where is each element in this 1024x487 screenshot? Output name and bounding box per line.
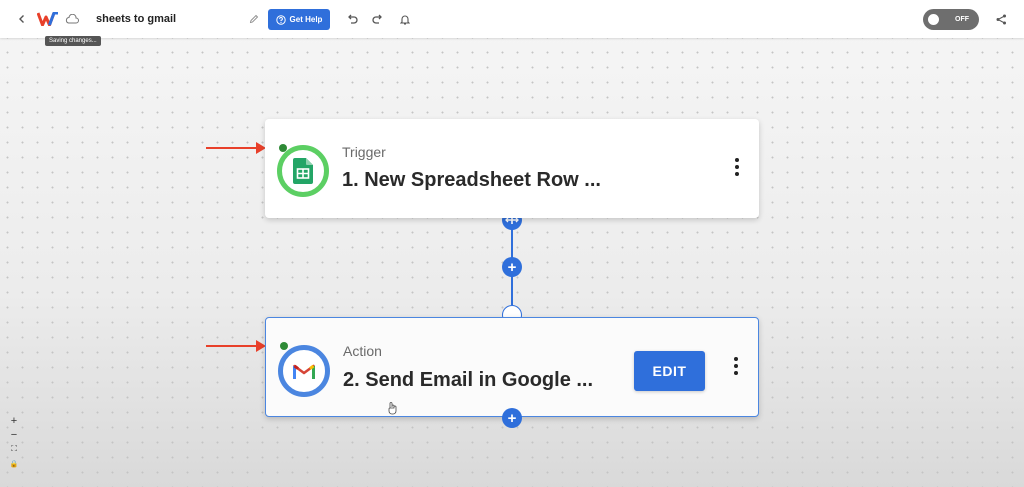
add-step-button[interactable]: + (502, 257, 522, 277)
toggle-knob (926, 12, 941, 27)
bell-icon[interactable] (396, 0, 414, 38)
more-options-icon[interactable] (733, 357, 739, 375)
workflow-title[interactable]: sheets to gmail (96, 0, 176, 38)
top-bar: sheets to gmail Get Help OFF (0, 0, 1024, 38)
annotation-arrow-action (206, 340, 266, 352)
zoom-in-button[interactable]: + (6, 414, 22, 427)
help-icon (275, 14, 286, 25)
mouse-cursor-icon (387, 402, 398, 420)
more-options-icon[interactable] (734, 158, 740, 176)
saving-tooltip: Saving changes... (45, 36, 101, 46)
back-icon[interactable] (14, 0, 30, 38)
cloud-icon (64, 0, 80, 38)
step-kind-label: Trigger (342, 144, 386, 160)
w-logo-icon[interactable] (36, 0, 60, 38)
get-help-label: Get Help (289, 15, 323, 24)
status-dot (280, 342, 288, 350)
get-help-button[interactable]: Get Help (268, 9, 330, 30)
undo-icon[interactable] (343, 0, 361, 38)
annotation-arrow-trigger (206, 142, 266, 154)
fit-view-button[interactable]: ⛶ (6, 442, 22, 455)
share-icon[interactable] (992, 0, 1010, 38)
step-title: 1. New Spreadsheet Row ... (342, 169, 601, 191)
redo-icon[interactable] (369, 0, 387, 38)
action-step-card[interactable]: Action 2. Send Email in Google ... EDIT (265, 317, 759, 417)
lock-button[interactable]: 🔒 (6, 457, 22, 470)
edit-button[interactable]: EDIT (634, 351, 705, 391)
google-sheets-icon (277, 145, 329, 197)
workflow-toggle[interactable]: OFF (923, 9, 979, 30)
connector-line (511, 228, 513, 258)
edit-title-icon[interactable] (246, 0, 262, 38)
gmail-icon (278, 345, 330, 397)
connector-line (511, 276, 513, 305)
toggle-label: OFF (955, 16, 969, 23)
add-step-button-bottom[interactable]: + (502, 408, 522, 428)
trigger-step-card[interactable]: Trigger 1. New Spreadsheet Row ... (265, 119, 759, 218)
step-title: 2. Send Email in Google ... (343, 369, 594, 391)
step-kind-label: Action (343, 343, 382, 359)
zoom-out-button[interactable]: − (6, 428, 22, 441)
